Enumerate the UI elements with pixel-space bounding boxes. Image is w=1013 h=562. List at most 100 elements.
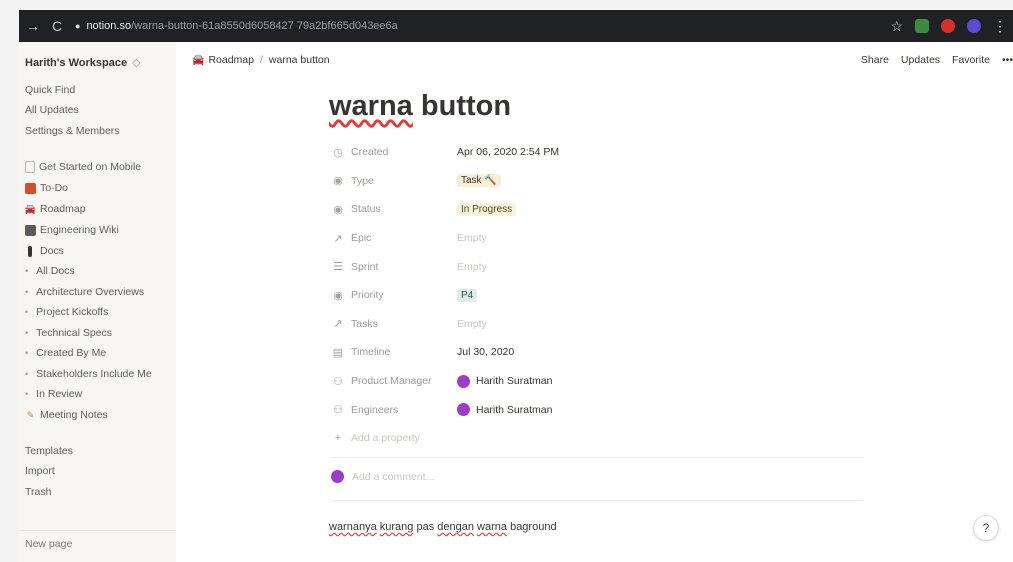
more-options-button[interactable]: ••• [1002,54,1013,66]
add-property-label: Add a property [351,432,420,445]
sidebar-item-docs[interactable]: Docs [25,245,64,257]
workspace-switcher[interactable]: Harith's Workspace ◇ [25,56,141,69]
priority-tag[interactable]: P4 [457,288,478,302]
page-title-word: warna [329,90,413,122]
sidebar-item-label: In Review [36,388,83,400]
workspace-name: Harith's Workspace [25,57,128,69]
person-name[interactable]: Harith Suratman [476,404,552,416]
select-icon: ◉ [333,203,343,216]
sidebar-item-todo[interactable]: To-Do [25,182,68,194]
property-created[interactable]: ◷ Created Apr 06, 2020 2:54 PM [331,138,863,167]
page-topbar: 🚘 Roadmap / warna button Share Updates F… [176,42,1013,76]
favorite-button[interactable]: Favorite [952,54,990,66]
share-button[interactable]: Share [861,54,889,66]
forward-arrow-icon[interactable]: → [23,18,43,34]
bullet-icon: • [25,369,29,379]
sidebar-item-label: Roadmap [40,203,86,215]
divider [331,457,863,458]
sidebar-item-label: Quick Find [25,84,76,96]
sidebar-item-label: Settings & Members [25,125,120,137]
page-title[interactable]: warna button [329,90,511,123]
property-value: Empty [457,317,487,330]
property-timeline[interactable]: ▤ Timeline Jul 30, 2020 [331,338,863,367]
extension-icon[interactable] [941,19,955,33]
property-engineers[interactable]: ⚇ Engineers Harith Suratman [331,395,863,424]
browser-toolbar: → C ● notion.so /warna-button-61a8550d60… [19,10,1013,42]
help-button[interactable]: ? [973,515,999,541]
sidebar-item-label: Stakeholders Include Me [36,368,152,380]
property-epic[interactable]: ↗ Epic Empty [331,224,863,253]
bullet-icon: • [25,389,29,399]
property-key: Epic [351,232,372,245]
breadcrumb-current[interactable]: warna button [269,54,330,66]
address-bar[interactable]: ● notion.so /warna-button-61a8550d605842… [75,20,398,32]
avatar [457,374,470,388]
sidebar-item-created-by-me[interactable]: • Created By Me [25,347,106,359]
new-page-button[interactable]: New page [25,538,72,550]
browser-window: → C ● notion.so /warna-button-61a8550d60… [19,10,1013,562]
sidebar-item-import[interactable]: Import [25,465,55,477]
select-icon: ◉ [333,175,343,188]
sidebar-item-all-updates[interactable]: All Updates [25,104,79,116]
sidebar-item-label: All Updates [25,104,79,116]
sidebar-item-label: All Docs [36,265,75,277]
breadcrumb-roadmap[interactable]: Roadmap [208,54,254,66]
body-word: warna [477,521,508,533]
status-tag[interactable]: In Progress [457,202,517,216]
sidebar-divider [19,530,176,531]
person-icon: ⚇ [333,375,343,388]
property-status[interactable]: ◉ Status In Progress [331,195,863,224]
bullet-icon: • [25,328,29,338]
sidebar-item-settings[interactable]: Settings & Members [25,125,120,137]
sidebar-item-quick-find[interactable]: Quick Find [25,84,75,96]
bookmark-star-icon[interactable]: ☆ [890,18,903,35]
property-list: ◷ Created Apr 06, 2020 2:54 PM ◉ Type Task… [331,138,863,453]
sidebar-item-architecture[interactable]: • Architecture Overviews [25,286,144,298]
property-sprint[interactable]: ☰ Sprint Empty [331,252,863,281]
property-tasks[interactable]: ↗ Tasks Empty [331,310,863,339]
page-icon [25,161,35,173]
bullet-icon: • [25,266,29,276]
sidebar-item-all-docs[interactable]: • All Docs [25,265,75,277]
lock-icon: ● [75,21,81,31]
sidebar-item-get-started[interactable]: Get Started on Mobile [25,161,141,173]
plus-icon: + [334,432,342,445]
sidebar-item-engineering-wiki[interactable]: Engineering Wiki [25,224,119,236]
property-product-manager[interactable]: ⚇ Product Manager Harith Suratman [331,367,863,396]
property-key: Timeline [351,346,391,359]
sidebar-item-in-review[interactable]: • In Review [25,388,82,400]
comment-input[interactable]: Add a comment... [331,470,434,483]
relation-icon: ↗ [333,232,343,245]
property-value: Apr 06, 2020 2:54 PM [457,146,560,159]
property-key: Type [351,174,374,187]
sidebar-item-roadmap[interactable]: 🚘 Roadmap [25,203,86,215]
breadcrumb: 🚘 Roadmap / warna button [192,54,330,66]
person-name[interactable]: Harith Suratman [476,375,552,387]
sidebar-item-trash[interactable]: Trash [25,486,51,498]
page-body-text[interactable]: warnanya kurang pas dengan warna bagroun… [329,521,557,533]
car-icon: 🚘 [192,54,205,66]
property-key: Engineers [351,403,399,416]
sidebar-item-label: Technical Specs [36,327,113,339]
sidebar-item-templates[interactable]: Templates [25,445,73,457]
extension-icon[interactable] [915,19,929,33]
relation-icon: ↗ [333,318,343,331]
property-type[interactable]: ◉ Type Task 🔨 [331,167,863,196]
sidebar-item-label: Architecture Overviews [36,286,145,298]
body-word: baground [507,521,557,533]
property-value: Empty [457,260,487,273]
docs-icon [28,245,32,257]
sidebar-item-meeting-notes[interactable]: ✎ Meeting Notes [25,409,108,421]
sidebar-item-label: Meeting Notes [40,409,108,421]
updates-button[interactable]: Updates [901,54,940,66]
bullet-icon: • [25,287,29,297]
sidebar-item-technical-specs[interactable]: • Technical Specs [25,327,112,339]
sidebar-item-stakeholders[interactable]: • Stakeholders Include Me [25,368,152,380]
profile-avatar-icon[interactable] [967,19,981,33]
reload-icon[interactable]: C [47,18,67,34]
property-priority[interactable]: ◉ Priority P4 [331,281,863,310]
type-tag[interactable]: Task 🔨 [457,174,501,188]
browser-menu-icon[interactable]: ⋮ [993,18,1007,35]
add-property-button[interactable]: + Add a property [331,424,863,453]
sidebar-item-project-kickoffs[interactable]: • Project Kickoffs [25,306,108,318]
